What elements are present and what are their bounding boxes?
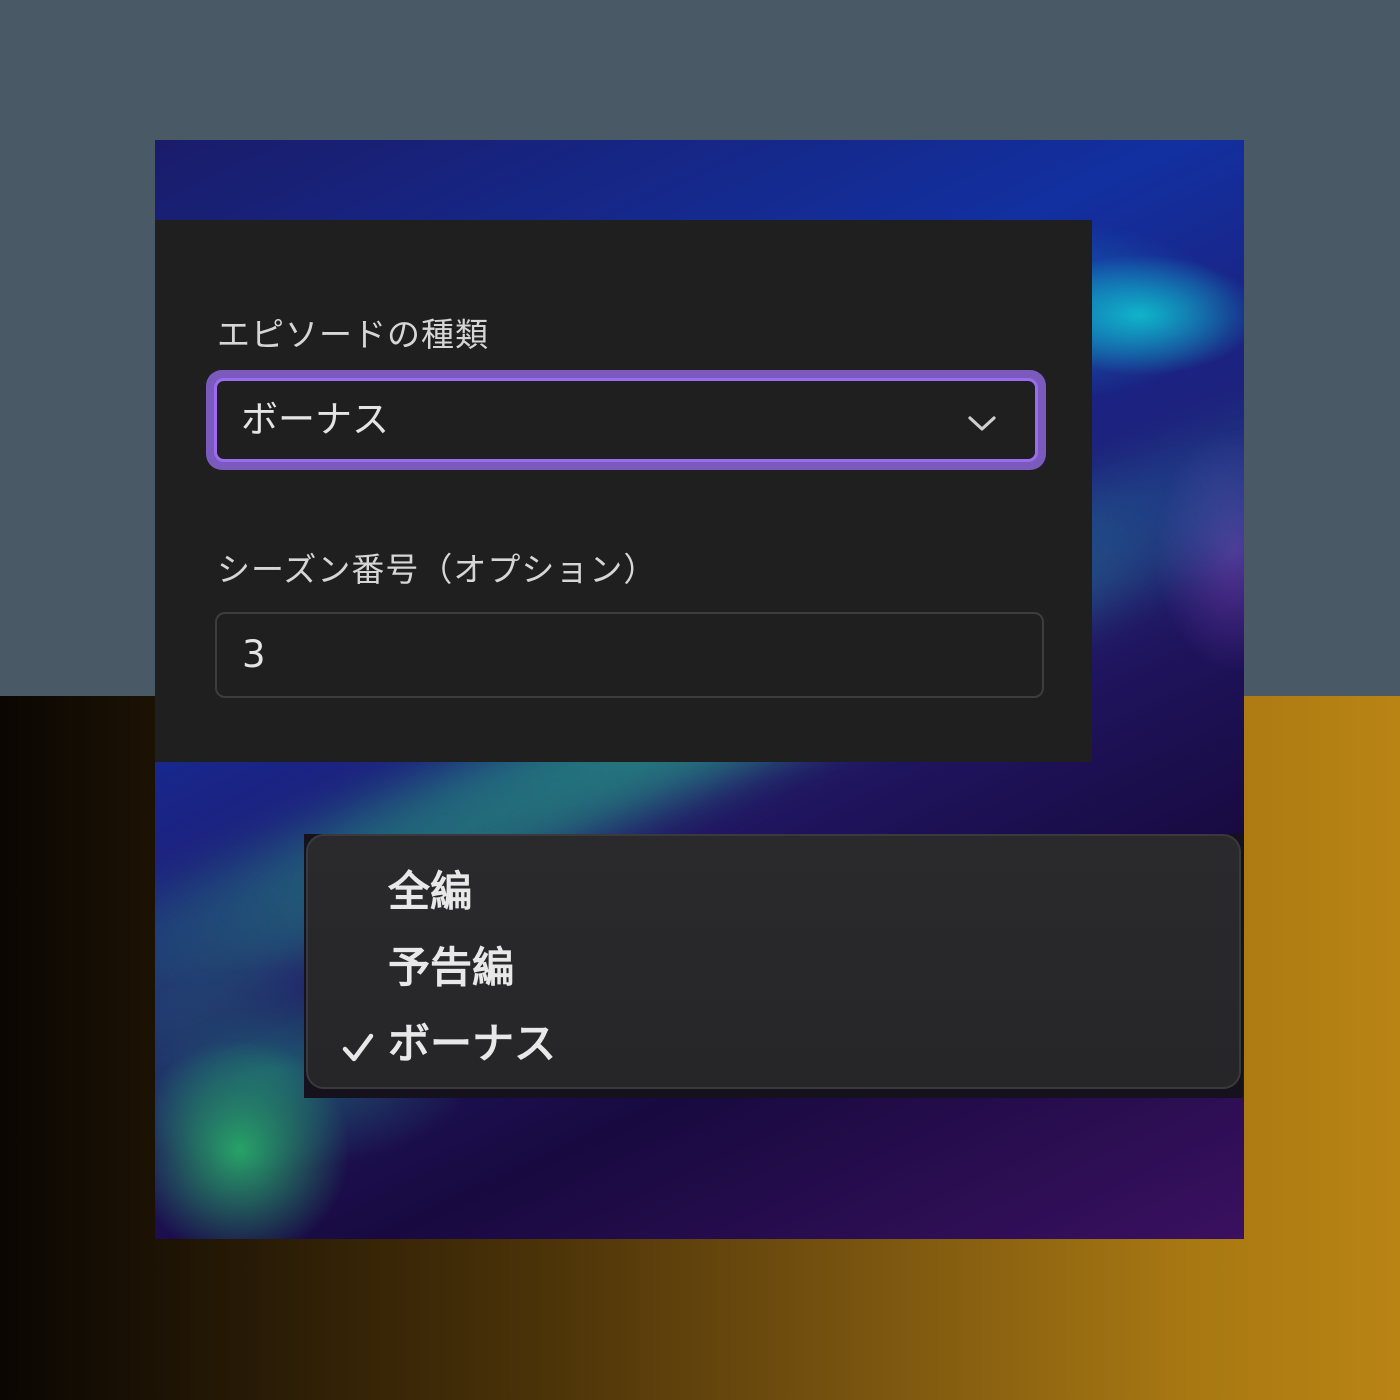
episode-type-select[interactable]: ボーナス: [206, 370, 1046, 470]
menu-item-bonus[interactable]: ボーナス: [308, 1008, 1239, 1078]
season-number-value: 3: [242, 633, 266, 676]
checkmark-icon: [342, 1033, 374, 1062]
chevron-down-icon[interactable]: [965, 411, 999, 435]
menu-item-full[interactable]: 全編: [308, 856, 1239, 926]
menu-item-label: ボーナス: [388, 1019, 557, 1068]
episode-type-dropdown-menu: 全編 予告編 ボーナス: [306, 834, 1241, 1089]
menu-item-label: 全編: [388, 867, 473, 916]
episode-type-label: エピソードの種類: [217, 315, 489, 354]
season-number-input[interactable]: 3: [215, 612, 1044, 698]
season-number-label: シーズン番号（オプション）: [217, 550, 658, 589]
menu-item-label: 予告編: [388, 943, 515, 992]
episode-type-select-field[interactable]: ボーナス: [214, 378, 1038, 462]
episode-form-panel: エピソードの種類 ボーナス シーズン番号（オプション） 3: [155, 220, 1092, 762]
menu-item-trailer[interactable]: 予告編: [308, 932, 1239, 1002]
episode-type-selected-value: ボーナス: [241, 398, 389, 441]
